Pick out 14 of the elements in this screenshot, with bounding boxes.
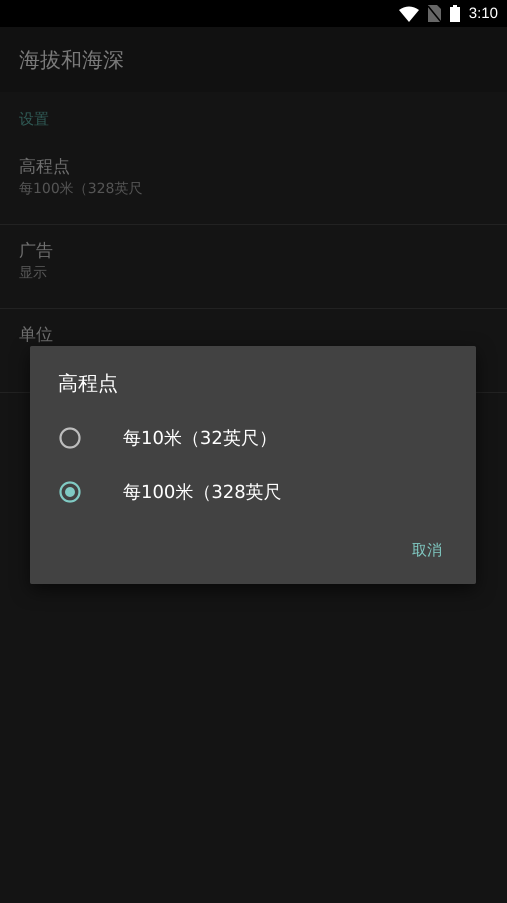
- option-label[interactable]: 每10米（32英尺）: [123, 426, 277, 450]
- dialog-title: 高程点: [57, 370, 119, 397]
- app-title: 海拔和海深: [19, 46, 124, 74]
- radio-button[interactable]: [58, 480, 82, 504]
- radio-button[interactable]: [58, 426, 82, 450]
- preference-item[interactable]: 高程点 每100米（328英尺: [0, 141, 507, 225]
- option-label[interactable]: 每100米（328英尺: [123, 480, 282, 504]
- wifi-icon: [398, 6, 419, 22]
- cancel-button[interactable]: 取消: [400, 533, 454, 568]
- preference-item[interactable]: 广告 显示: [0, 225, 507, 309]
- no-sim-icon: [428, 5, 441, 22]
- section-header: 设置: [18, 109, 50, 130]
- battery-icon: [450, 5, 460, 22]
- clock-time: 3:10: [468, 5, 498, 22]
